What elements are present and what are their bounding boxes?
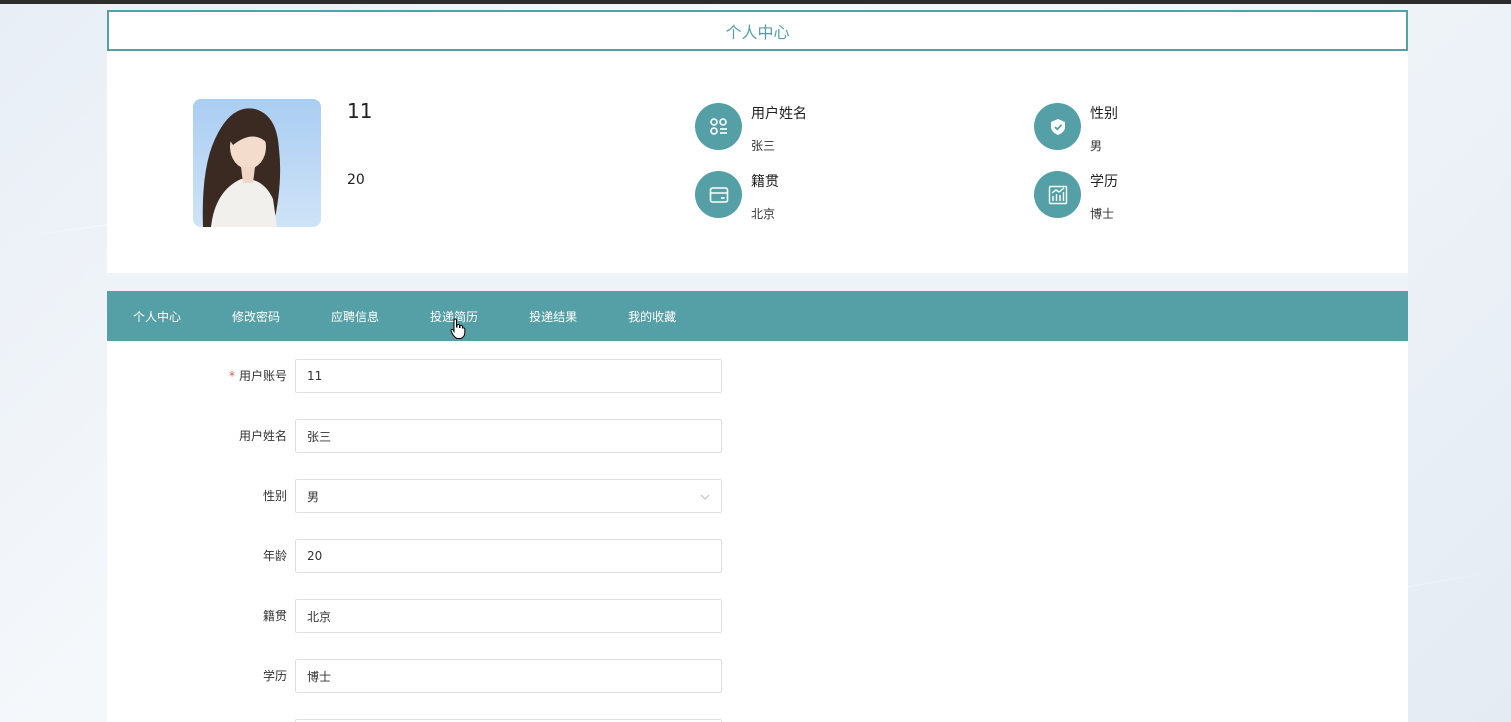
info-value: 男 (1090, 139, 1103, 153)
profile-tabs: 个人中心 修改密码 应聘信息 投递简历 投递结果 我的收藏 (107, 291, 1408, 341)
info-label: 籍贯 (751, 174, 779, 190)
info-label: 学历 (1090, 174, 1118, 190)
tab-submission-results[interactable]: 投递结果 (529, 308, 577, 325)
field-label: 学历 (262, 669, 287, 683)
age-input[interactable]: 20 (295, 539, 722, 573)
avatar-image (193, 99, 321, 227)
wallet-icon (695, 171, 742, 218)
profile-card: 11 20 用户姓名 张三 性别 男 籍贯 北京 学历 博士 (107, 51, 1408, 273)
avatar (193, 99, 321, 227)
form-row-gender: 性别 男 (107, 479, 907, 513)
info-label: 用户姓名 (751, 106, 807, 122)
gender-select-value: 男 (307, 489, 320, 504)
field-label: 性别 (262, 489, 287, 503)
user-card-icon (695, 103, 742, 150)
gender-select[interactable]: 男 (295, 479, 722, 513)
section-divider (107, 273, 1408, 291)
chart-icon (1034, 171, 1081, 218)
education-input[interactable]: 博士 (295, 659, 722, 693)
form-row-age: 年龄 20 (107, 539, 907, 573)
window-top-bar (0, 0, 1511, 4)
required-marker: * (228, 369, 235, 383)
chevron-down-icon (700, 494, 710, 500)
shield-check-icon (1034, 103, 1081, 150)
name-input[interactable]: 张三 (295, 419, 722, 453)
hand-cursor-icon (450, 318, 466, 339)
tab-profile[interactable]: 个人中心 (133, 308, 181, 325)
info-value: 北京 (751, 207, 776, 221)
info-label: 性别 (1090, 106, 1118, 122)
tab-favorites[interactable]: 我的收藏 (628, 308, 676, 325)
info-value: 博士 (1090, 207, 1115, 221)
info-value: 张三 (751, 139, 776, 153)
account-input[interactable]: 11 (295, 359, 722, 393)
profile-username: 11 (347, 99, 373, 123)
field-label: 用户姓名 (238, 429, 287, 443)
profile-form: * 用户账号 11 用户姓名 张三 性别 男 年龄 20 籍贯 北京 学历 博士 (107, 341, 1408, 722)
field-label: 籍贯 (262, 609, 287, 623)
hometown-input[interactable]: 北京 (295, 599, 722, 633)
form-row-account: * 用户账号 11 (107, 359, 907, 393)
tab-change-password[interactable]: 修改密码 (232, 308, 280, 325)
main-container: 个人中心 11 20 用户姓名 张三 性别 男 籍贯 北京 学历 博士 个人中心… (107, 10, 1408, 722)
form-row-name: 用户姓名 张三 (107, 419, 907, 453)
tab-applications[interactable]: 应聘信息 (331, 308, 379, 325)
page-title: 个人中心 (107, 10, 1408, 51)
field-label: * 用户账号 (228, 369, 287, 383)
profile-age: 20 (347, 172, 365, 188)
field-label: 年龄 (262, 549, 287, 563)
form-row-education: 学历 博士 (107, 659, 907, 693)
form-row-hometown: 籍贯 北京 (107, 599, 907, 633)
